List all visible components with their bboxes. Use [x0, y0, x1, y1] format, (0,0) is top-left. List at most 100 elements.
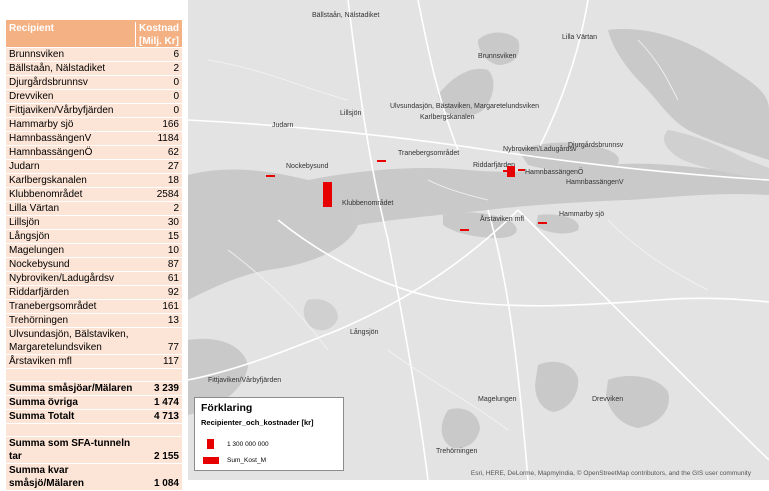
table-row: Hammarby sjö 166 [6, 118, 182, 132]
bar-riddarfjarden [503, 170, 510, 172]
summary-value: 3 239 [153, 383, 179, 394]
table-name: Bällstaån, Nälstadiket [9, 63, 106, 74]
table-row: Judarn 27 [6, 160, 182, 174]
table-value: 10 [167, 245, 179, 256]
table-value: 0 [173, 105, 179, 116]
table-name: Årstaviken mfl [9, 356, 72, 367]
table-name: Djurgårdsbrunnsv [9, 77, 88, 88]
summary-value: 1 084 [153, 478, 179, 489]
table-header: Recipient Kostnad [Milj. Kr] [6, 20, 182, 48]
table-value: 62 [167, 147, 179, 158]
table-name: Hammarby sjö [9, 119, 74, 130]
map-label-lillsjon: Lillsjön [340, 110, 362, 117]
map-label-drevviken: Drevviken [592, 396, 624, 403]
table-value: 2 [173, 203, 179, 214]
map-label-hamnbassangen-o: HamnbassängenÖ [525, 169, 584, 176]
table-row: Årstaviken mfl 117 [6, 355, 182, 369]
summary-name: Summa Totalt [9, 411, 75, 422]
table-row: Magelungen 10 [6, 244, 182, 258]
table-row: Lilla Värtan 2 [6, 202, 182, 216]
bar-arstaviken [460, 229, 469, 231]
table-row: Tranebergsområdet 161 [6, 300, 182, 314]
summary-name: Summa övriga [9, 397, 78, 408]
bar-nockebysund [266, 175, 275, 177]
table-row: Bällstaån, Nälstadiket 2 [6, 62, 182, 76]
legend-subtitle: Recipienter_och_kostnader [kr] [201, 418, 314, 427]
table-value: 30 [167, 217, 179, 228]
map-label-klubbenomradet: Klubbenområdet [342, 200, 394, 207]
legend-series-swatch [203, 457, 219, 464]
map-label-karlbergskanalen: Karlbergskanalen [420, 114, 475, 121]
bar-hammarby-sjo [538, 222, 547, 224]
header-cost: Kostnad [Milj. Kr] [135, 22, 179, 48]
map-label-djurgardsbrunnsv: Djurgårdsbrunnsv [568, 142, 624, 149]
map-label-hammarby-sjo: Hammarby sjö [559, 211, 605, 218]
map-label-judarn: Judarn [272, 122, 294, 129]
table-row: Klubbenområdet 2584 [6, 188, 182, 202]
table-name: Fittjaviken/Vårbyfjärden [9, 105, 114, 116]
table-name: Karlbergskanalen [9, 175, 87, 186]
table-value: 161 [162, 301, 179, 312]
map-attribution: Esri, HERE, DeLorme, MapmyIndia, © OpenS… [470, 470, 751, 477]
map-label-langsjon: Långsjön [350, 329, 379, 336]
summary-row: Summa kvar småsjö/Mälaren 1 084 [6, 464, 182, 491]
map-label-hamnbassangen-v: HamnbassängenV [566, 179, 624, 186]
table-value: 27 [167, 161, 179, 172]
summary-value: 1 474 [153, 397, 179, 408]
map-label-fittjaviken: Fittjaviken/Vårbyfjärden [208, 377, 282, 384]
table-row: Lillsjön 30 [6, 216, 182, 230]
map-label-magelungen: Magelungen [478, 396, 517, 403]
table-value: 166 [162, 119, 179, 130]
bar-klubbenomradet [323, 182, 332, 207]
map-label-trehorningen: Trehörningen [436, 448, 478, 455]
summary-name: Summa småsjöar/Mälaren [9, 383, 133, 394]
table-name: Långsjön [9, 231, 50, 242]
table-value: 18 [167, 175, 179, 186]
summary-row: Summa småsjöar/Mälaren 3 239 [6, 382, 182, 396]
table-name: HamnbassängenÖ [9, 147, 93, 158]
bar-tranebergsomradet [377, 160, 386, 162]
table-value: 1184 [157, 133, 179, 144]
table-name: Klubbenområdet [9, 189, 83, 200]
legend-scale-swatch [207, 439, 214, 449]
table-row: HamnbassängenÖ 62 [6, 146, 182, 160]
summary-name: Summa som SFA-tunneln tar [9, 438, 131, 462]
bar-hamnbassangen-o [518, 169, 525, 171]
table-value: 6 [173, 49, 179, 60]
table-value: 77 [167, 342, 179, 353]
map-legend: Förklaring Recipienter_och_kostnader [kr… [194, 397, 344, 471]
table-row: Djurgårdsbrunnsv 0 [6, 76, 182, 90]
table-row: Nybroviken/Ladugårdsv 61 [6, 272, 182, 286]
map-label-brunnsviken: Brunnsviken [478, 53, 517, 60]
map-label-nockebysund: Nockebysund [286, 163, 329, 170]
table-value: 2 [173, 63, 179, 74]
table-name: Drevviken [9, 91, 54, 102]
map-label-arstaviken: Årstaviken mfl [480, 216, 524, 223]
table-name: Riddarfjärden [9, 287, 70, 298]
table-value: 2584 [156, 189, 179, 200]
table-value: 15 [167, 231, 179, 242]
table-name: Nybroviken/Ladugårdsv [9, 273, 115, 284]
table-row: Brunnsviken 6 [6, 48, 182, 62]
table-row: HamnbassängenV 1184 [6, 132, 182, 146]
summary-row: Summa Totalt 4 713 [6, 410, 182, 424]
table-row [6, 369, 182, 382]
cost-table: Recipient Kostnad [Milj. Kr] Brunnsviken… [6, 20, 182, 491]
summary-value: 2 155 [153, 451, 179, 462]
table-value: 0 [173, 77, 179, 88]
table-value: 117 [163, 356, 179, 367]
table-value: 61 [167, 273, 179, 284]
map-label-ballstaan: Bällstaån, Nälstadiket [312, 12, 380, 19]
summary-row: Summa som SFA-tunneln tar 2 155 [6, 437, 182, 464]
table-name: Lilla Värtan [9, 203, 60, 214]
table-value: 0 [173, 91, 179, 102]
table-row: Karlbergskanalen 18 [6, 174, 182, 188]
map-label-ulvsundasjon: Ulvsundasjön, Bästaviken, Margaretelunds… [390, 103, 540, 110]
table-name: HamnbassängenV [9, 133, 92, 144]
table-row: Ulvsundasjön, Bälstaviken, Margaretelund… [6, 328, 182, 355]
table-name: Nockebysund [9, 259, 70, 270]
map-label-nybroviken: Nybroviken/Ladugårdsv [503, 146, 577, 153]
table-row: Trehörningen 13 [6, 314, 182, 328]
table-name: Tranebergsområdet [9, 301, 97, 312]
table-row: Fittjaviken/Vårbyfjärden 0 [6, 104, 182, 118]
